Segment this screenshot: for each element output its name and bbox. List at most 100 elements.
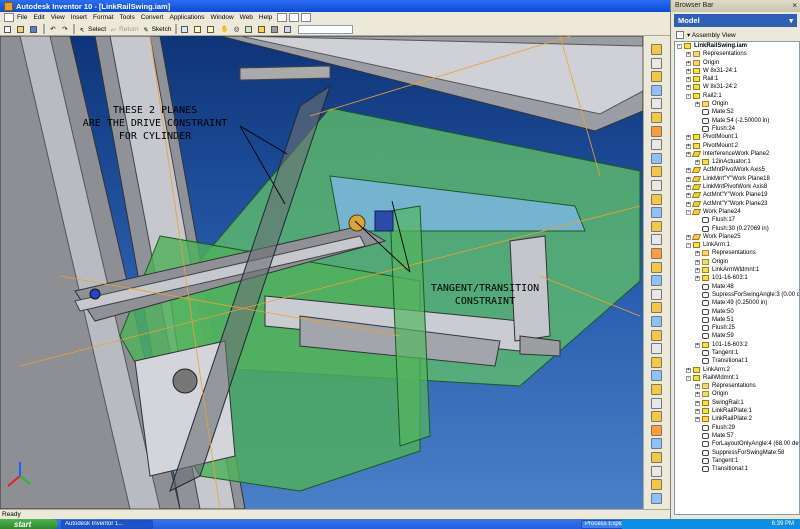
tree-node[interactable]: - LinkRailSwing.iam: [675, 42, 799, 50]
select-button[interactable]: ↖ Select: [78, 24, 107, 34]
menu-item-tools[interactable]: Tools: [117, 14, 138, 21]
expand-icon[interactable]: +: [695, 409, 700, 415]
shadow-icon[interactable]: [270, 24, 281, 34]
graphics-viewport[interactable]: THESE 2 PLANES ARE THE DRIVE CONSTRAINT …: [0, 36, 643, 509]
tree-node[interactable]: Mate:54 (-2.50000 in): [675, 117, 799, 125]
panel-tool-icon[interactable]: [651, 329, 662, 341]
tree-node[interactable]: Flush:30 (0.27069 in): [675, 225, 799, 233]
tree-node[interactable]: + ActMnt"Y"Work Plane19: [675, 191, 799, 199]
panel-tool-icon[interactable]: [651, 288, 662, 300]
tree-node[interactable]: Mate:57: [675, 432, 799, 440]
expand-icon[interactable]: +: [695, 342, 700, 348]
filter-icon[interactable]: [676, 30, 684, 39]
tree-node[interactable]: + Representations: [675, 50, 799, 58]
sketch-button[interactable]: ✎ Sketch: [142, 24, 173, 34]
expand-icon[interactable]: +: [695, 392, 700, 398]
panel-tool-icon[interactable]: [651, 98, 662, 110]
minimize-doc-icon[interactable]: [277, 13, 288, 22]
menu-item-insert[interactable]: Insert: [68, 14, 90, 21]
expand-icon[interactable]: +: [686, 193, 691, 199]
expand-icon[interactable]: +: [695, 276, 700, 282]
panel-tool-icon[interactable]: [651, 193, 662, 205]
panel-tool-icon[interactable]: [651, 84, 662, 96]
expand-icon[interactable]: +: [695, 102, 700, 108]
panel-tool-icon[interactable]: [651, 139, 662, 151]
expand-icon[interactable]: +: [695, 400, 700, 406]
collapse-icon[interactable]: -: [686, 93, 691, 99]
expand-icon[interactable]: +: [686, 68, 691, 74]
panel-tool-icon[interactable]: [651, 166, 662, 178]
panel-tool-icon[interactable]: [651, 125, 662, 137]
expand-icon[interactable]: +: [695, 251, 700, 257]
expand-icon[interactable]: +: [686, 85, 691, 91]
tree-node[interactable]: + ActMnt"Y"Work Plane23: [675, 200, 799, 208]
tree-node[interactable]: - Rail2:1: [675, 92, 799, 100]
tree-node[interactable]: + Work Plane25: [675, 233, 799, 241]
zoom-window-icon[interactable]: [206, 24, 217, 34]
panel-tool-icon[interactable]: [651, 57, 662, 69]
tree-node[interactable]: +101-16-603:2: [675, 341, 799, 349]
restore-doc-icon[interactable]: [289, 13, 300, 22]
tree-node[interactable]: + LinkRailPlate:1: [675, 407, 799, 415]
close-icon[interactable]: ×: [792, 0, 797, 12]
tree-node[interactable]: SuppressForSwingMate:58: [675, 449, 799, 457]
expand-icon[interactable]: +: [695, 259, 700, 265]
tree-node[interactable]: + Origin: [675, 258, 799, 266]
document-icon[interactable]: [4, 13, 14, 22]
new-icon[interactable]: [3, 24, 14, 34]
model-tree[interactable]: - LinkRailSwing.iam + Representations + Origi…: [674, 41, 800, 515]
expand-icon[interactable]: +: [686, 234, 691, 240]
expand-icon[interactable]: +: [686, 201, 691, 207]
panel-tool-icon[interactable]: [651, 248, 662, 259]
zoom-all-icon[interactable]: [193, 24, 204, 34]
tree-node[interactable]: Tangent:1: [675, 457, 799, 465]
start-button[interactable]: start: [0, 519, 58, 529]
panel-tool-icon[interactable]: [651, 356, 662, 368]
panel-tool-icon[interactable]: [651, 275, 662, 287]
expand-icon[interactable]: +: [686, 60, 691, 66]
panel-tool-icon[interactable]: [651, 71, 662, 83]
tree-node[interactable]: Mate:59: [675, 332, 799, 340]
tree-node[interactable]: Transitional:1: [675, 357, 799, 365]
tree-node[interactable]: +12inActuator:1: [675, 158, 799, 166]
tree-node[interactable]: + SwingRail:1: [675, 399, 799, 407]
collapse-icon[interactable]: -: [686, 209, 691, 215]
expand-icon[interactable]: +: [695, 384, 700, 390]
menu-item-convert[interactable]: Convert: [138, 14, 167, 21]
tree-node[interactable]: Mate:52: [675, 108, 799, 116]
panel-tool-icon[interactable]: [651, 397, 662, 409]
tree-node[interactable]: Flush:17: [675, 216, 799, 224]
tree-node[interactable]: Mate:50: [675, 308, 799, 316]
expand-icon[interactable]: +: [695, 417, 700, 423]
menu-item-help[interactable]: Help: [256, 14, 275, 21]
tree-node[interactable]: ForLayoutOnlyAngle:4 (68.00 deg): [675, 440, 799, 448]
open-icon[interactable]: [16, 24, 27, 34]
expand-icon[interactable]: +: [686, 143, 691, 149]
expand-icon[interactable]: +: [686, 168, 691, 174]
panel-tool-icon[interactable]: [651, 180, 662, 191]
expand-icon[interactable]: +: [695, 160, 700, 166]
tree-node[interactable]: Tangent:1: [675, 349, 799, 357]
redo-icon[interactable]: ↷: [60, 24, 70, 34]
tree-node[interactable]: - Work Plane24: [675, 208, 799, 216]
panel-tool-icon[interactable]: [651, 424, 662, 436]
tree-node[interactable]: + PivotMount:1: [675, 133, 799, 141]
panel-tool-icon[interactable]: [651, 316, 662, 327]
tree-node[interactable]: + W 8x31-24:2: [675, 83, 799, 91]
menu-item-edit[interactable]: Edit: [30, 14, 47, 21]
expand-icon[interactable]: +: [686, 185, 691, 191]
menu-item-window[interactable]: Window: [208, 14, 237, 21]
panel-tool-icon[interactable]: [651, 302, 662, 314]
orbit-icon[interactable]: ◎: [232, 24, 242, 34]
tree-node[interactable]: + Origin: [675, 390, 799, 398]
tree-node[interactable]: SupressForSwingAngle:3 (0.00 deg): [675, 291, 799, 299]
tree-node[interactable]: + Origin: [675, 59, 799, 67]
panel-tool-icon[interactable]: [651, 438, 662, 450]
tree-node[interactable]: Flush:24: [675, 125, 799, 133]
panel-tool-icon[interactable]: [651, 44, 662, 55]
return-button[interactable]: ↩ Return: [109, 24, 140, 34]
collapse-icon[interactable]: -: [677, 44, 682, 49]
close-doc-icon[interactable]: [301, 13, 312, 22]
menu-item-file[interactable]: File: [14, 14, 30, 21]
tree-node[interactable]: + InterferenceWork Plane2: [675, 150, 799, 158]
